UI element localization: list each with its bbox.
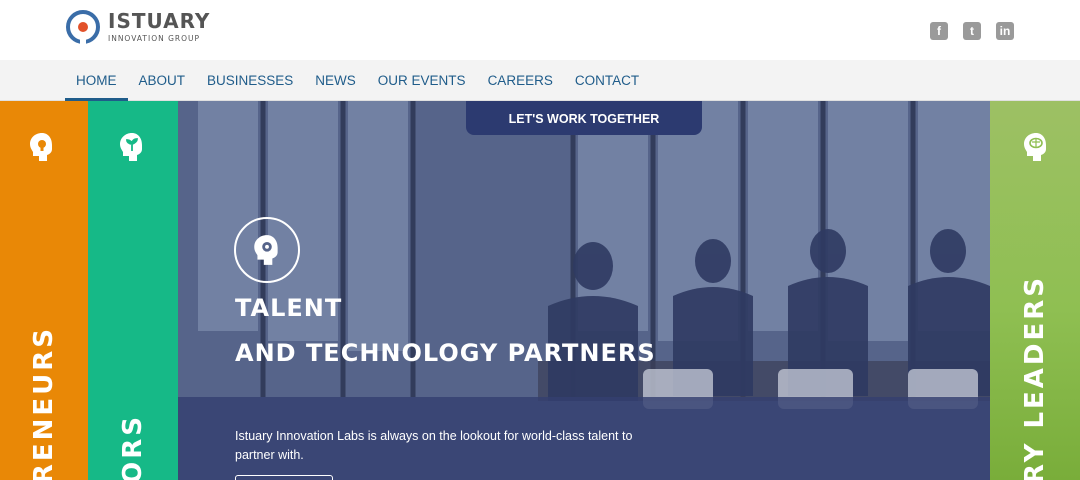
social-links: f t in bbox=[930, 22, 1014, 40]
panel-label: RY LEADERS bbox=[1020, 274, 1050, 480]
lightbulb-head-icon bbox=[30, 133, 52, 161]
seedling-head-icon bbox=[120, 133, 142, 161]
learn-more-button[interactable] bbox=[235, 475, 333, 480]
brain-head-icon bbox=[1024, 133, 1046, 161]
nav-about[interactable]: ABOUT bbox=[128, 60, 197, 101]
nav-contact[interactable]: CONTACT bbox=[564, 60, 650, 101]
entrepreneurs-panel[interactable]: RENEURS bbox=[0, 101, 88, 480]
investors-panel[interactable]: ORS bbox=[88, 101, 178, 480]
gear-head-icon bbox=[234, 217, 300, 283]
industry-leaders-panel[interactable]: RY LEADERS bbox=[990, 101, 1080, 480]
twitter-icon[interactable]: t bbox=[963, 22, 981, 40]
lets-work-together-tab[interactable]: LET'S WORK TOGETHER bbox=[466, 101, 702, 135]
nav-home[interactable]: HOME bbox=[65, 60, 128, 101]
nav-our-events[interactable]: OUR EVENTS bbox=[367, 60, 477, 101]
logo[interactable]: ISTUARY INNOVATION GROUP bbox=[66, 9, 211, 46]
logo-name: ISTUARY bbox=[108, 9, 211, 34]
panel-label: RENEURS bbox=[29, 325, 59, 480]
facebook-icon[interactable]: f bbox=[930, 22, 948, 40]
linkedin-icon[interactable]: in bbox=[996, 22, 1014, 40]
hero-subtitle: AND TECHNOLOGY PARTNERS bbox=[235, 339, 656, 367]
logo-tagline: INNOVATION GROUP bbox=[108, 34, 201, 44]
nav-careers[interactable]: CAREERS bbox=[477, 60, 564, 101]
main-nav: HOME ABOUT BUSINESSES NEWS OUR EVENTS CA… bbox=[65, 60, 650, 101]
hero-text-panel: Istuary Innovation Labs is always on the… bbox=[178, 397, 990, 480]
logo-mark-icon bbox=[66, 10, 100, 46]
header: ISTUARY INNOVATION GROUP f t in bbox=[0, 0, 1080, 60]
hero-description: Istuary Innovation Labs is always on the… bbox=[235, 429, 633, 462]
nav-news[interactable]: NEWS bbox=[304, 60, 367, 101]
nav-businesses[interactable]: BUSINESSES bbox=[196, 60, 304, 101]
main-nav-bar: HOME ABOUT BUSINESSES NEWS OUR EVENTS CA… bbox=[0, 60, 1080, 101]
hero-title: TALENT bbox=[235, 294, 343, 322]
hero-slide: LET'S WORK TOGETHER TALENT AND TECHNOLOG… bbox=[178, 101, 990, 480]
panel-label: ORS bbox=[118, 414, 148, 480]
